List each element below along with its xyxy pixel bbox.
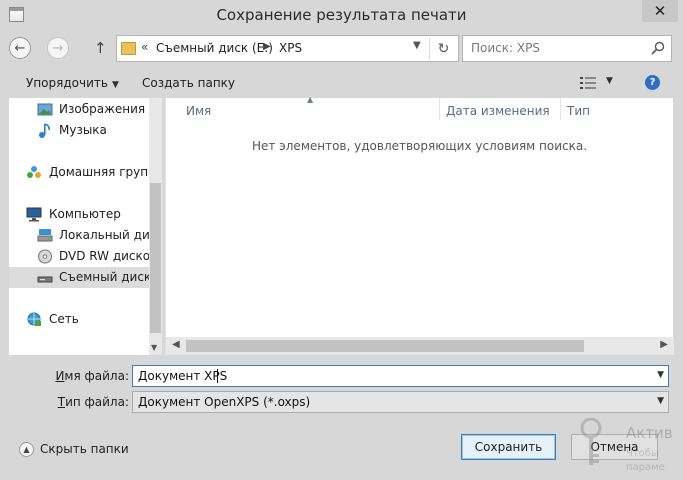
filetype-dropdown-icon[interactable]: ▼ <box>657 396 664 406</box>
scroll-left-icon[interactable]: ◀ <box>172 339 180 350</box>
local-disk-icon <box>37 229 53 242</box>
horizontal-scrollbar[interactable]: ◀ ▶ <box>166 337 674 355</box>
scroll-right-icon[interactable]: ▶ <box>660 339 668 350</box>
sidebar-item-computer[interactable]: Компьютер <box>9 204 149 225</box>
view-dropdown-icon[interactable]: ▼ <box>606 76 613 86</box>
view-options-icon[interactable] <box>580 76 596 90</box>
hide-folders-label: Скрыть папки <box>40 442 129 456</box>
search-icon[interactable] <box>651 41 665 55</box>
up-button[interactable]: ↑ <box>94 39 107 57</box>
cancel-button[interactable]: Отмена <box>571 434 658 460</box>
sidebar-item-music[interactable]: Музыка <box>9 120 149 141</box>
refresh-button[interactable]: ↻ <box>429 38 457 59</box>
music-icon <box>39 123 50 138</box>
sidebar-scrollbar[interactable]: ▼ <box>149 98 162 355</box>
sidebar-item-label: Изображения <box>59 102 146 116</box>
sidebar-item-label: Сеть <box>49 312 79 326</box>
filetype-label: Тип файла: <box>57 395 129 409</box>
homegroup-icon <box>27 166 41 178</box>
address-overflow-chevron[interactable]: « <box>141 40 148 54</box>
filename-input[interactable]: Документ XPS <box>138 369 227 383</box>
scroll-down-icon[interactable]: ▼ <box>151 343 157 352</box>
sidebar-item-dvd-drive[interactable]: DVD RW дисково <box>9 246 149 267</box>
navigation-pane: Изображения Музыка Домашняя группа Компь… <box>9 98 162 355</box>
filename-field[interactable]: Документ XPS ▼ <box>132 365 669 387</box>
help-icon[interactable]: ? <box>645 75 660 90</box>
dvd-drive-icon <box>38 249 52 264</box>
command-toolbar: Упорядочить ▼ Создать папку ▼ ? <box>9 68 674 98</box>
chevron-up-icon: ▲ <box>19 442 34 457</box>
sidebar-item-label: Компьютер <box>49 207 121 221</box>
filename-label: Имя файла: <box>55 369 129 383</box>
filetype-select[interactable]: Документ OpenXPS (*.oxps) ▼ <box>132 391 669 413</box>
address-history-dropdown[interactable]: ▼ <box>413 40 421 51</box>
close-button[interactable]: ✕ <box>642 0 678 22</box>
filetype-value: Документ OpenXPS (*.oxps) <box>138 395 311 409</box>
sidebar-item-homegroup[interactable]: Домашняя группа <box>9 162 149 183</box>
save-button[interactable]: Сохранить <box>461 434 556 460</box>
column-header-type[interactable]: Тип <box>567 104 590 118</box>
breadcrumb-xps[interactable]: XPS <box>279 41 302 55</box>
organize-button[interactable]: Упорядочить ▼ <box>26 76 119 90</box>
forward-button[interactable]: → <box>47 37 69 59</box>
address-bar[interactable]: « Съемный диск (E:) ▶ XPS ▼ ↻ <box>116 35 459 62</box>
sidebar-item-label: Домашняя группа <box>49 165 149 179</box>
file-list-pane: ▲ Имя Дата изменения Тип Нет элементов, … <box>165 95 674 355</box>
window-title: Сохранение результата печати <box>216 6 467 24</box>
sidebar-item-label: Съемный диск ( <box>59 270 149 284</box>
filename-dropdown-icon[interactable]: ▼ <box>657 370 664 380</box>
folder-icon <box>121 42 136 55</box>
sidebar-item-local-disk[interactable]: Локальный диск <box>9 225 149 246</box>
network-icon <box>27 312 41 326</box>
search-box[interactable]: Поиск: XPS <box>462 35 672 62</box>
column-header-name[interactable]: Имя <box>186 104 211 118</box>
computer-icon <box>26 207 42 222</box>
back-button[interactable]: ← <box>9 37 31 59</box>
title-bar: Сохранение результата печати ✕ <box>0 0 683 31</box>
pictures-icon <box>37 103 53 116</box>
column-divider[interactable] <box>560 98 561 120</box>
horizontal-scroll-thumb[interactable] <box>186 340 584 352</box>
column-divider[interactable] <box>439 98 440 120</box>
sidebar-item-network[interactable]: Сеть <box>9 309 149 330</box>
sidebar-item-label: Музыка <box>59 123 107 137</box>
sidebar-item-label: Локальный диск <box>59 228 149 242</box>
new-folder-button[interactable]: Создать папку <box>142 76 235 90</box>
column-header-date-modified[interactable]: Дата изменения <box>446 104 550 118</box>
navigation-bar: ← → ↑ « Съемный диск (E:) ▶ XPS ▼ ↻ Поис… <box>9 35 674 63</box>
text-cursor <box>217 369 218 383</box>
empty-folder-message: Нет элементов, удовлетворяющих условиям … <box>251 139 588 153</box>
organize-label: Упорядочить <box>26 76 108 90</box>
breadcrumb-separator-icon[interactable]: ▶ <box>263 41 271 52</box>
search-input[interactable]: Поиск: XPS <box>471 41 540 55</box>
sidebar-item-label: DVD RW дисково <box>59 249 149 263</box>
sidebar-scroll-thumb[interactable] <box>150 183 161 333</box>
sort-indicator-icon: ▲ <box>307 95 314 104</box>
chevron-down-icon: ▼ <box>111 80 119 90</box>
breadcrumb-removable-disk[interactable]: Съемный диск (E:) <box>156 41 273 55</box>
sidebar-item-removable-disk[interactable]: Съемный диск ( <box>9 267 149 288</box>
removable-disk-icon <box>37 276 53 283</box>
sidebar-item-pictures[interactable]: Изображения <box>9 99 149 120</box>
